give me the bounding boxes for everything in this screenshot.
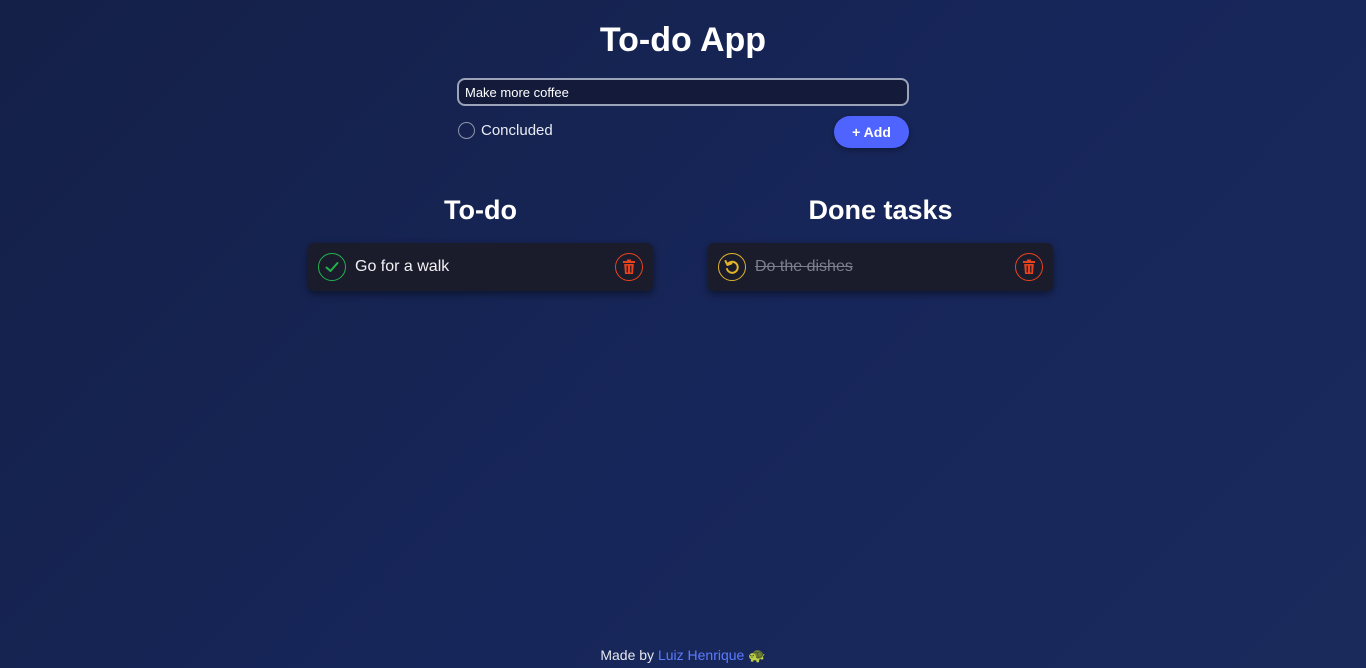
task-input[interactable] [457,78,909,106]
concluded-toggle[interactable]: Concluded [458,122,553,139]
todo-column: To-do Go for a walk [308,190,653,291]
check-icon[interactable] [318,253,346,281]
trash-icon[interactable] [1015,253,1043,281]
form-controls-row: Concluded + Add [457,116,909,148]
turtle-icon: 🐢 [748,647,766,663]
todo-title: To-do [444,195,517,225]
page-title: To-do App [599,21,767,59]
done-title: Done tasks [808,195,953,225]
footer: Made by Luiz Henrique 🐢 [0,647,1366,664]
footer-prefix: Made by [600,647,655,663]
done-column: Done tasks Do the dishes [708,190,1053,291]
trash-icon[interactable] [615,253,643,281]
task-item: Do the dishes [708,243,1053,291]
add-button[interactable]: + Add [834,116,909,148]
concluded-radio[interactable] [458,122,475,139]
task-text: Do the dishes [755,258,853,275]
new-task-form: Concluded + Add [457,78,909,148]
concluded-label: Concluded [481,122,553,139]
undo-icon[interactable] [718,253,746,281]
author-link[interactable]: Luiz Henrique [658,647,744,663]
task-text: Go for a walk [355,258,450,275]
task-item: Go for a walk [308,243,653,291]
